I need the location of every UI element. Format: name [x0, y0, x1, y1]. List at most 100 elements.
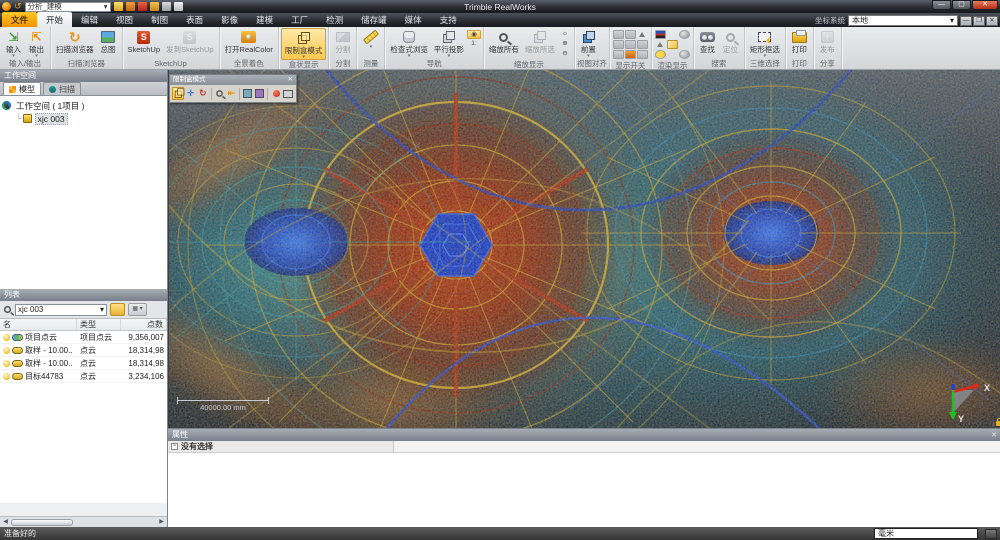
- limit-box-mode-button[interactable]: 限制盒模式▾: [281, 28, 327, 60]
- view-mode-button[interactable]: ▦ ▾: [128, 303, 147, 316]
- tab-plant[interactable]: 工厂: [282, 12, 317, 27]
- open-project-icon[interactable]: [126, 2, 135, 11]
- tab-edit[interactable]: 编辑: [72, 12, 107, 27]
- tab-scans[interactable]: 扫描: [43, 82, 81, 95]
- send-to-sketchup-button[interactable]: S发到SketchUp: [163, 28, 217, 59]
- tree-item-project[interactable]: └ xjc 003: [2, 112, 165, 125]
- open-realcolor-button[interactable]: 打开RealColor: [222, 28, 276, 59]
- lighting-icon[interactable]: [679, 30, 690, 39]
- pano-camera-toggle[interactable]: ◉: [467, 30, 481, 39]
- visibility-bulb-icon[interactable]: [3, 360, 10, 367]
- tab-modeling[interactable]: 建模: [247, 12, 282, 27]
- toggle-scans-icon[interactable]: [613, 50, 624, 59]
- scroll-left-arrow[interactable]: ◀: [0, 518, 11, 527]
- visibility-bulb-icon[interactable]: [3, 373, 10, 380]
- tab-drawing[interactable]: 制图: [142, 12, 177, 27]
- segment-button[interactable]: 分割: [331, 28, 354, 59]
- tab-view[interactable]: 视图: [107, 12, 142, 27]
- publish-button[interactable]: ↑发布: [816, 28, 839, 59]
- close-icon[interactable]: ✕: [288, 75, 293, 85]
- column-name[interactable]: 名: [0, 319, 77, 330]
- zoom-box-button[interactable]: [213, 87, 224, 100]
- draw-limit-box-button[interactable]: [172, 87, 184, 100]
- scrollbar-thumb[interactable]: [11, 519, 73, 526]
- edit-icon[interactable]: [138, 2, 147, 11]
- front-view-button[interactable]: 前置▾: [577, 28, 600, 59]
- resize-grip[interactable]: [985, 529, 997, 539]
- visibility-bulb-icon[interactable]: [3, 334, 10, 341]
- color-ramp-icon[interactable]: [655, 30, 666, 39]
- doc-restore-button[interactable]: ❐: [973, 16, 985, 26]
- viewport-3d[interactable]: 限制盒模式✕ ✛ ↻ ⇤ 40000.00 mm X Y i: [168, 70, 1000, 428]
- tab-storage-tank[interactable]: 储存罐: [352, 12, 396, 27]
- tree-root-workspace[interactable]: 工作空间 ( 1项目 ): [2, 99, 165, 112]
- screen-button[interactable]: [283, 87, 294, 100]
- table-row[interactable]: 目标44783 点云 3,234,106: [0, 370, 167, 383]
- brightness-icon[interactable]: ☼: [558, 30, 572, 39]
- minimize-button[interactable]: —: [932, 0, 951, 10]
- unit-selector[interactable]: 毫米: [874, 528, 978, 539]
- print-button[interactable]: 打印: [788, 28, 811, 59]
- toggle-grid-icon[interactable]: [613, 30, 624, 39]
- rotate-box-button[interactable]: ↻: [197, 87, 208, 100]
- import-button[interactable]: ⇲输入▾: [2, 28, 25, 59]
- tab-models[interactable]: 模型: [3, 82, 41, 95]
- new-project-icon[interactable]: [114, 2, 123, 11]
- column-type[interactable]: 类型: [77, 319, 121, 330]
- home-icon[interactable]: [150, 2, 159, 11]
- limit-box-toolbar[interactable]: 限制盒模式✕ ✛ ↻ ⇤: [169, 74, 297, 103]
- visibility-bulb-icon[interactable]: [3, 347, 10, 354]
- undo-icon[interactable]: ↺: [14, 2, 22, 11]
- locate-button[interactable]: 定位: [719, 28, 742, 59]
- box-outside-button[interactable]: [254, 87, 265, 100]
- coordinate-system-selector[interactable]: 本地▾: [848, 15, 958, 26]
- tab-media[interactable]: 媒体: [396, 12, 431, 27]
- doc-close-button[interactable]: ✕: [986, 16, 998, 26]
- zoom-out-icon[interactable]: ⊖: [558, 50, 572, 59]
- toggle-axes-icon[interactable]: [625, 30, 636, 39]
- column-points[interactable]: 点数: [121, 319, 167, 330]
- table-row[interactable]: 取样 - 10.00.. 点云 18,314,98: [0, 357, 167, 370]
- report-icon[interactable]: [174, 2, 183, 11]
- save-icon[interactable]: [162, 2, 171, 11]
- table-row[interactable]: 项目点云 项目点云 9,356,007: [0, 331, 167, 344]
- scroll-right-arrow[interactable]: ▶: [156, 518, 167, 527]
- scale-ratio-button[interactable]: 1:: [467, 40, 481, 49]
- extract-box-button[interactable]: ⇤: [226, 87, 237, 100]
- workflow-selector[interactable]: 分析_建模▾: [25, 2, 111, 12]
- rectangle-select-button[interactable]: 矩形框选▾: [747, 28, 783, 59]
- sketchup-button[interactable]: SSketchUp: [125, 28, 164, 59]
- point-size-icon[interactable]: [655, 40, 666, 49]
- horizontal-scrollbar[interactable]: ◀ ▶: [0, 516, 167, 527]
- tab-home[interactable]: 开始: [37, 12, 72, 27]
- list-filter-combo[interactable]: xjc 003▾: [15, 304, 107, 316]
- tab-file[interactable]: 文件: [2, 12, 37, 27]
- move-box-button[interactable]: ✛: [185, 87, 196, 100]
- zoom-selected-button[interactable]: 缩放所选: [522, 28, 558, 60]
- collapse-icon[interactable]: −: [171, 443, 178, 450]
- doc-minimize-button[interactable]: —: [960, 16, 972, 26]
- toggle-labels-icon[interactable]: [613, 40, 624, 49]
- toggle-images-icon[interactable]: [637, 40, 648, 49]
- close-button[interactable]: ✕: [972, 0, 998, 10]
- table-row[interactable]: 取样 - 10.00.. 点云 18,314,98: [0, 344, 167, 357]
- folder-button[interactable]: [110, 303, 125, 316]
- tab-surface[interactable]: 表面: [177, 12, 212, 27]
- tab-imaging[interactable]: 影像: [212, 12, 247, 27]
- maximize-button[interactable]: ▢: [952, 0, 971, 10]
- tab-support[interactable]: 支持: [431, 12, 466, 27]
- measure-button[interactable]: ▾: [359, 28, 382, 59]
- zoom-all-button[interactable]: 缩放所有: [486, 28, 522, 60]
- toggle-warning-icon[interactable]: [637, 30, 648, 39]
- smooth-shading-icon[interactable]: [679, 50, 690, 59]
- app-icon[interactable]: [2, 2, 11, 11]
- site-map-button[interactable]: 总图: [97, 28, 120, 59]
- export-button[interactable]: ⇱输出▾: [25, 28, 48, 59]
- parallel-projection-button[interactable]: 平行投影▾: [431, 28, 467, 59]
- zoom-in-icon[interactable]: ⊕: [558, 40, 572, 49]
- scan-explorer-button[interactable]: ↻扫描浏览器: [53, 28, 97, 59]
- toggle-annotations-icon[interactable]: [637, 50, 648, 59]
- toggle-targets-icon[interactable]: [625, 40, 636, 49]
- find-button[interactable]: 查找: [696, 28, 719, 59]
- pie-render-icon[interactable]: [655, 50, 666, 59]
